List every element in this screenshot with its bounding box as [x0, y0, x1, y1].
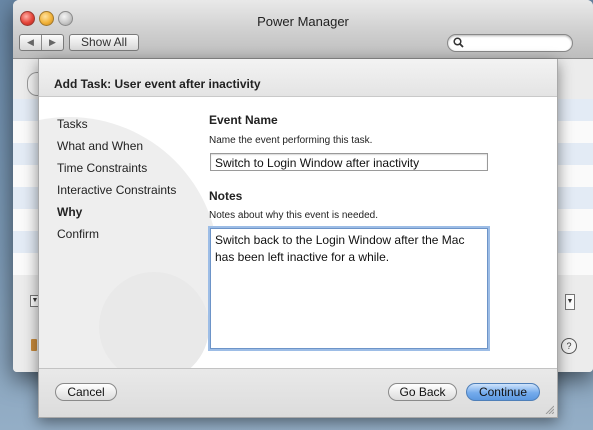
magnifier-icon [453, 37, 464, 51]
window-titlebar: Power Manager ◀ ▶ Show All [13, 0, 593, 59]
event-name-description: Name the event performing this task. [209, 135, 373, 146]
step-why: Why [57, 205, 83, 219]
cancel-button[interactable]: Cancel [55, 383, 117, 401]
step-tasks: Tasks [57, 117, 88, 131]
lock-icon [31, 339, 37, 351]
window-title: Power Manager [257, 14, 349, 29]
event-name-heading: Event Name [209, 113, 278, 127]
chevron-down-icon: ▼ [565, 294, 575, 310]
go-back-button[interactable]: Go Back [388, 383, 457, 401]
notes-description: Notes about why this event is needed. [209, 210, 378, 221]
resize-grip-icon[interactable] [544, 404, 555, 415]
step-interactive-constraints: Interactive Constraints [57, 183, 177, 197]
background-segment-control [27, 72, 38, 96]
show-all-button[interactable]: Show All [69, 34, 139, 51]
forward-arrow-icon[interactable]: ▶ [41, 35, 63, 50]
step-confirm: Confirm [57, 227, 100, 241]
sheet-title: Add Task: User event after inactivity [54, 77, 261, 91]
event-name-field[interactable]: Switch to Login Window after inactivity [210, 153, 488, 171]
sheet-body: Tasks What and When Time Constraints Int… [39, 97, 557, 368]
search-field[interactable] [447, 34, 573, 52]
help-icon: ? [561, 338, 577, 354]
notes-heading: Notes [209, 189, 243, 203]
sheet-header: Add Task: User event after inactivity [39, 59, 557, 97]
add-task-sheet: Add Task: User event after inactivity Ta… [38, 59, 558, 418]
step-what-and-when: What and When [57, 139, 144, 153]
back-arrow-icon[interactable]: ◀ [20, 35, 41, 50]
step-time-constraints: Time Constraints [57, 161, 148, 175]
back-forward-control: ◀ ▶ [19, 34, 64, 51]
continue-button[interactable]: Continue [466, 383, 540, 401]
sheet-footer: Cancel Go Back Continue [39, 368, 557, 417]
assistant-steps: Tasks What and When Time Constraints Int… [57, 113, 176, 245]
notes-textarea[interactable]: Switch back to the Login Window after th… [210, 228, 488, 349]
